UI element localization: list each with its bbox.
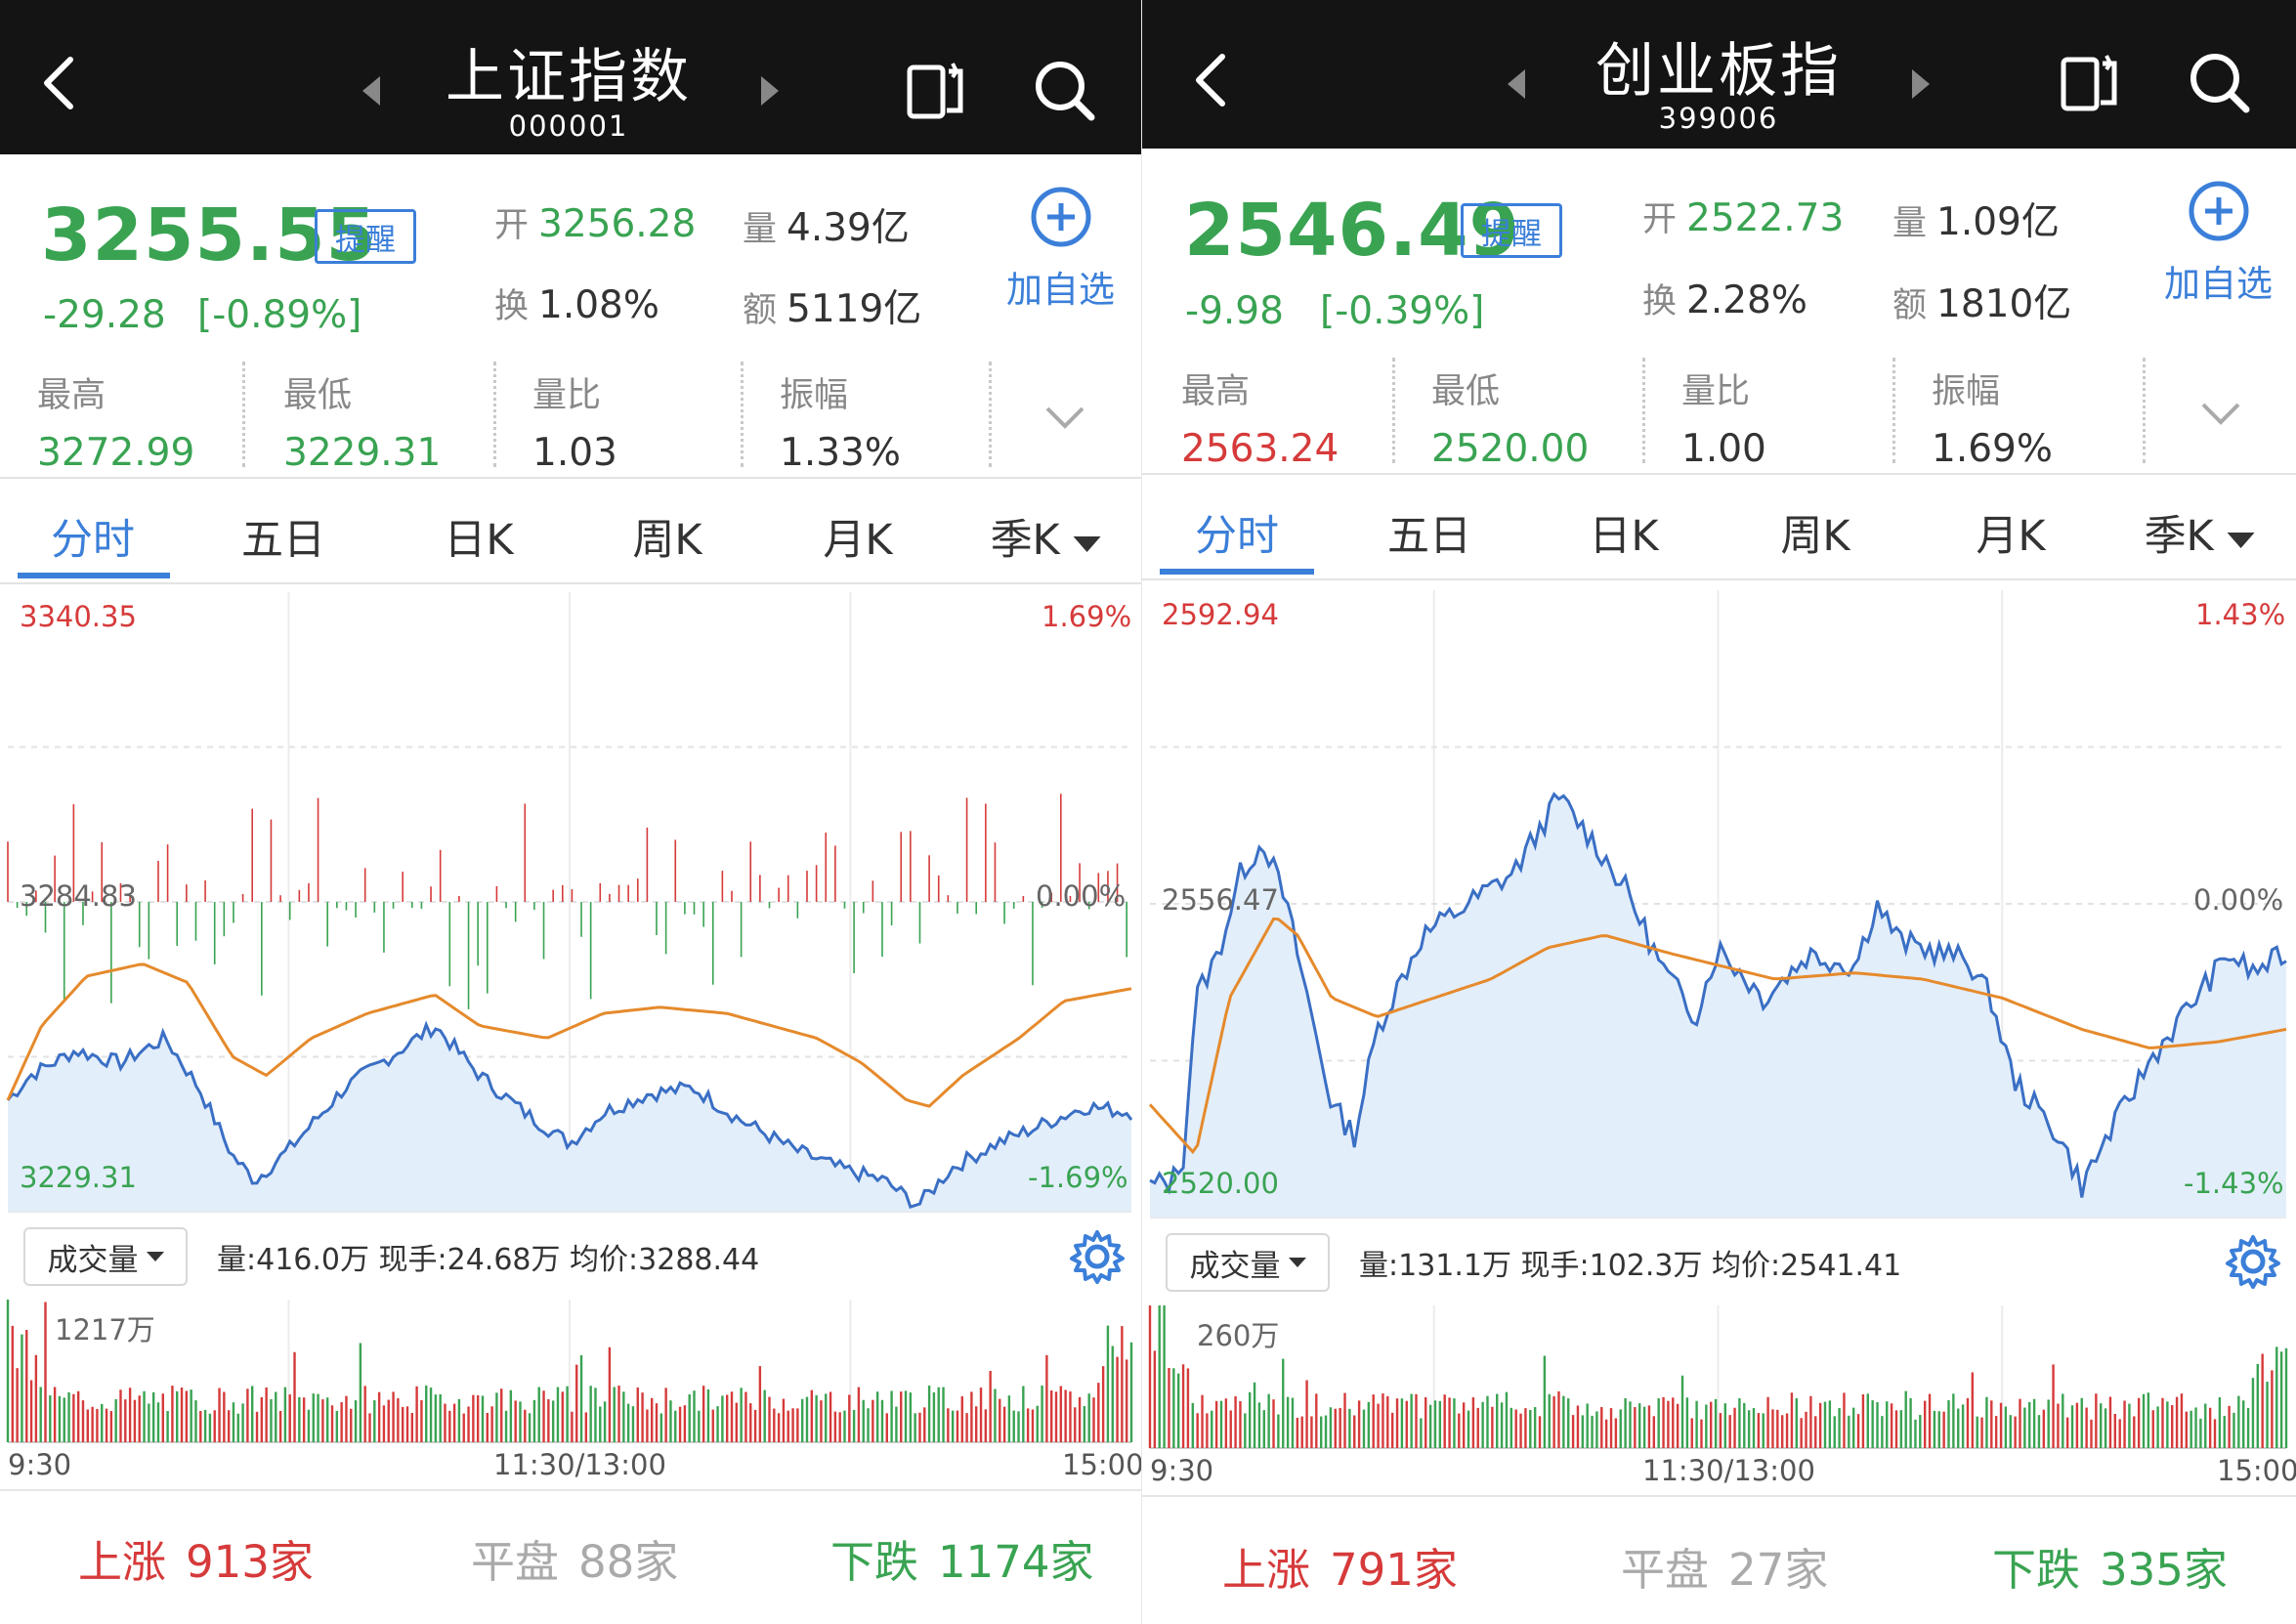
axis-mid-pct: 0.00%: [1036, 879, 1127, 913]
breadth-flat: 平盘 88家: [471, 1536, 679, 1588]
volume-toolbar: 成交量 量:416.0万 现手:24.68万 均价:3288.44: [23, 1227, 759, 1286]
volume-indicator-select[interactable]: 成交量: [1166, 1233, 1330, 1292]
volume-info: 量:416.0万 现手:24.68万 均价:3288.44: [217, 1243, 760, 1277]
axis-low-pct: -1.43%: [2184, 1167, 2284, 1200]
time-start: 9:30: [8, 1448, 72, 1481]
axis-high-pct: 1.69%: [1042, 600, 1132, 633]
axis-high-pct: 1.43%: [2195, 598, 2286, 631]
axis-low-pct: -1.69%: [1028, 1161, 1128, 1194]
breadth-up: 上涨 913家: [78, 1536, 314, 1588]
divider: [1142, 1495, 2296, 1497]
breadth-flat: 平盘 27家: [1621, 1544, 1829, 1596]
intraday-chart[interactable]: [1142, 0, 2296, 1624]
volume-max-label: 1217万: [55, 1313, 155, 1346]
settings-gear-icon[interactable]: [1069, 1228, 1126, 1289]
volume-info: 量:131.1万 现手:102.3万 均价:2541.41: [1359, 1249, 1902, 1283]
time-end: 15:00: [1062, 1448, 1141, 1481]
axis-high-price: 2592.94: [1162, 598, 1279, 631]
time-mid: 11:30/13:00: [1642, 1454, 1815, 1487]
axis-high-price: 3340.35: [20, 600, 137, 633]
axis-mid-pct: 0.00%: [2193, 883, 2284, 917]
axis-mid-price: 2556.47: [1162, 883, 1279, 917]
sse-index-panel: 上证指数 000001 3255.55 提醒 -29.28 [-0.89%] 开…: [0, 0, 1141, 1624]
breadth-up: 上涨 791家: [1222, 1544, 1458, 1596]
volume-indicator-select[interactable]: 成交量: [23, 1227, 188, 1286]
divider: [0, 1489, 1141, 1491]
intraday-chart[interactable]: [0, 0, 1141, 1624]
time-start: 9:30: [1150, 1454, 1214, 1487]
axis-low-price: 3229.31: [20, 1161, 137, 1194]
settings-gear-icon[interactable]: [2225, 1233, 2281, 1294]
volume-max-label: 260万: [1197, 1319, 1280, 1352]
breadth-down: 下跌 1174家: [830, 1536, 1094, 1588]
volume-toolbar: 成交量 量:131.1万 现手:102.3万 均价:2541.41: [1166, 1233, 1901, 1292]
breadth-down: 下跌 335家: [1992, 1544, 2228, 1596]
axis-low-price: 2520.00: [1162, 1167, 1279, 1200]
time-end: 15:00: [2217, 1454, 2296, 1487]
time-mid: 11:30/13:00: [493, 1448, 666, 1481]
axis-mid-price: 3284.83: [20, 879, 137, 913]
chinext-index-panel: 创业板指 399006 2546.49 提醒 -9.98 [-0.39%] 开2…: [1142, 0, 2296, 1624]
